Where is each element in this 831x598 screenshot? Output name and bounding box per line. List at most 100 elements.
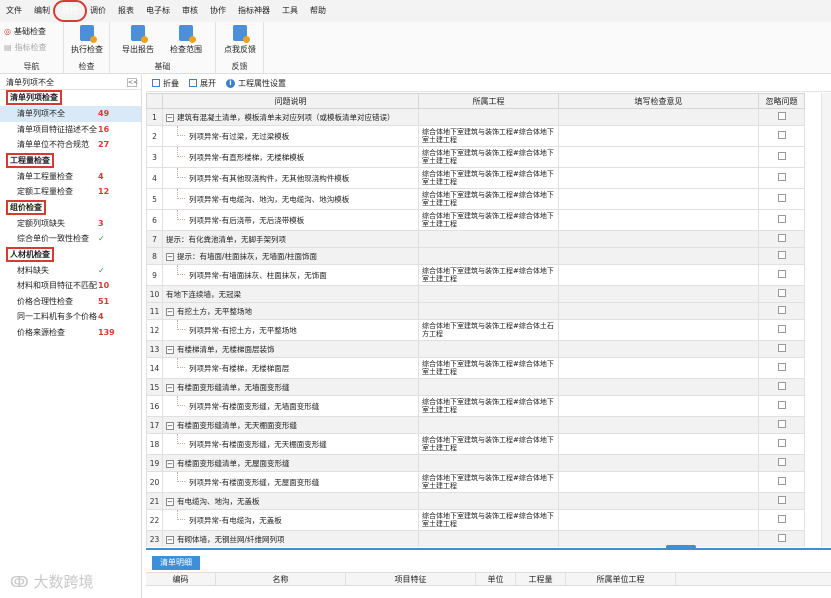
opinion-cell[interactable] bbox=[558, 378, 759, 396]
ignore-checkbox[interactable] bbox=[777, 363, 786, 371]
nav-item[interactable]: 清单项目特征描述不全 16 bbox=[0, 122, 141, 138]
opinion-cell[interactable] bbox=[558, 247, 759, 265]
feedback-button[interactable]: 点我反馈 bbox=[220, 25, 260, 55]
collapse-panel-button[interactable]: << bbox=[127, 78, 138, 87]
menu-item-10[interactable]: 帮助 bbox=[304, 0, 332, 22]
ignore-checkbox[interactable] bbox=[777, 173, 786, 181]
opinion-cell[interactable] bbox=[558, 509, 759, 531]
nav-item[interactable]: 清单单位不符合规范 27 bbox=[0, 137, 141, 153]
ignore-checkbox[interactable] bbox=[777, 306, 786, 314]
table-row[interactable]: 18 列项异常-有楼面变形缝，无天棚面变形缝 综合体地下室建筑与装饰工程#综合体地下… bbox=[146, 433, 805, 455]
ignore-checkbox[interactable] bbox=[777, 382, 786, 390]
table-row[interactable]: 12 列项异常-有挖土方，无平整场地 综合体地下室建筑与装饰工程#综合体土石方工程 bbox=[146, 319, 805, 341]
index-check-button[interactable]: ▤ 指标检查 bbox=[4, 42, 47, 53]
nav-item[interactable]: 材料和项目特征不匹配 10 bbox=[0, 278, 141, 294]
opinion-cell[interactable] bbox=[558, 209, 759, 231]
ignore-checkbox[interactable] bbox=[777, 270, 786, 278]
nav-item[interactable]: 价格来源检查 139 bbox=[0, 325, 141, 341]
nav-item[interactable]: 同一工料机有多个价格 4 bbox=[0, 309, 141, 325]
table-row[interactable]: 5 列项异常-有电缆沟、地沟，无电缆沟、地沟模板 综合体地下室建筑与装饰工程#综合体… bbox=[146, 188, 805, 210]
project-settings-button[interactable]: i 工程属性设置 bbox=[226, 78, 286, 89]
menu-item-7[interactable]: 协作 bbox=[204, 0, 232, 22]
ignore-checkbox[interactable] bbox=[777, 251, 786, 259]
collapse-row-icon[interactable]: − bbox=[166, 459, 174, 468]
ignore-checkbox[interactable] bbox=[777, 131, 786, 139]
opinion-cell[interactable] bbox=[558, 357, 759, 379]
table-row[interactable]: 17− 有楼面变形缝清单，无天棚面变形缝 bbox=[146, 416, 805, 434]
ignore-checkbox[interactable] bbox=[777, 215, 786, 223]
table-row[interactable]: 14 列项异常-有楼梯，无楼梯面层 综合体地下室建筑与装饰工程#综合体地下室土建工程 bbox=[146, 357, 805, 379]
export-report-button[interactable]: 导出报告 bbox=[118, 25, 158, 55]
table-row[interactable]: 20 列项异常-有楼面变形缝，无屋面变形缝 综合体地下室建筑与装饰工程#综合体地下室… bbox=[146, 471, 805, 493]
table-row[interactable]: 3 列项异常-有直形楼梯，无楼梯模板 综合体地下室建筑与装饰工程#综合体地下室土建工… bbox=[146, 146, 805, 168]
ignore-checkbox[interactable] bbox=[777, 112, 786, 120]
opinion-cell[interactable] bbox=[558, 264, 759, 286]
table-row[interactable]: 13− 有楼梯清单，无楼梯面层装饰 bbox=[146, 340, 805, 358]
collapse-row-icon[interactable]: − bbox=[166, 421, 174, 430]
table-row[interactable]: 16 列项异常-有楼面变形缝，无墙面变形缝 综合体地下室建筑与装饰工程#综合体地下室… bbox=[146, 395, 805, 417]
ignore-checkbox[interactable] bbox=[777, 420, 786, 428]
table-row[interactable]: 6 列项异常-有后浇带，无后浇带模板 综合体地下室建筑与装饰工程#综合体地下室土建工… bbox=[146, 209, 805, 231]
collapse-row-icon[interactable]: − bbox=[166, 113, 174, 122]
ignore-checkbox[interactable] bbox=[777, 152, 786, 160]
menu-item-8[interactable]: 指标神器 bbox=[232, 0, 276, 22]
opinion-cell[interactable] bbox=[558, 319, 759, 341]
nav-category[interactable]: 人材机检查 bbox=[0, 246, 141, 263]
nav-category[interactable]: 组价检查 bbox=[0, 199, 141, 216]
nav-category[interactable]: 工程量检查 bbox=[0, 152, 141, 169]
menu-item-4[interactable]: 报表 bbox=[112, 0, 140, 22]
collapse-row-icon[interactable]: − bbox=[166, 535, 174, 544]
ignore-checkbox[interactable] bbox=[777, 234, 786, 242]
ignore-checkbox[interactable] bbox=[777, 458, 786, 466]
menu-item-1[interactable]: 编制 bbox=[28, 0, 56, 22]
nav-item[interactable]: 材料缺失 ✓ bbox=[0, 263, 141, 279]
opinion-cell[interactable] bbox=[558, 108, 759, 126]
nav-item[interactable]: 定额工程量检查 12 bbox=[0, 184, 141, 200]
opinion-cell[interactable] bbox=[558, 416, 759, 434]
table-row[interactable]: 21− 有电缆沟、地沟，无盖板 bbox=[146, 492, 805, 510]
menu-item-6[interactable]: 审核 bbox=[176, 0, 204, 22]
table-row[interactable]: 8− 提示：有墙面/柱面抹灰，无墙面/柱面饰面 bbox=[146, 247, 805, 265]
opinion-cell[interactable] bbox=[558, 302, 759, 320]
check-range-button[interactable]: 检查范围 bbox=[166, 25, 206, 55]
opinion-cell[interactable] bbox=[558, 125, 759, 147]
opinion-cell[interactable] bbox=[558, 395, 759, 417]
opinion-cell[interactable] bbox=[558, 188, 759, 210]
ignore-checkbox[interactable] bbox=[777, 289, 786, 297]
menu-item-2[interactable]: 质控 bbox=[53, 0, 87, 22]
table-row[interactable]: 4 列项异常-有其他现浇构件，无其他现浇构件模板 综合体地下室建筑与装饰工程#综合体… bbox=[146, 167, 805, 189]
table-row[interactable]: 1− 建筑有混凝土清单，模板清单未对应列项（或模板清单对应错误） bbox=[146, 108, 805, 126]
ignore-checkbox[interactable] bbox=[777, 194, 786, 202]
opinion-cell[interactable] bbox=[558, 433, 759, 455]
opinion-cell[interactable] bbox=[558, 530, 759, 547]
basic-check-button[interactable]: ◎ 基础检查 bbox=[4, 26, 46, 37]
opinion-cell[interactable] bbox=[558, 492, 759, 510]
ignore-checkbox[interactable] bbox=[777, 477, 786, 485]
opinion-cell[interactable] bbox=[558, 167, 759, 189]
table-row[interactable]: 2 列项异常-有过梁，无过梁模板 综合体地下室建筑与装饰工程#综合体地下室土建工程 bbox=[146, 125, 805, 147]
expand-button[interactable]: 展开 bbox=[189, 78, 216, 89]
vertical-scrollbar[interactable] bbox=[821, 93, 831, 547]
execute-check-button[interactable]: 执行检查 bbox=[67, 25, 107, 55]
collapse-row-icon[interactable]: − bbox=[166, 497, 174, 506]
collapse-row-icon[interactable]: − bbox=[166, 383, 174, 392]
menu-item-9[interactable]: 工具 bbox=[276, 0, 304, 22]
collapse-row-icon[interactable]: − bbox=[166, 345, 174, 354]
table-row[interactable]: 7 提示：有化粪池清单，无脚手架列项 bbox=[146, 230, 805, 248]
ignore-checkbox[interactable] bbox=[777, 325, 786, 333]
ignore-checkbox[interactable] bbox=[777, 534, 786, 542]
ignore-checkbox[interactable] bbox=[777, 496, 786, 504]
nav-item[interactable]: 价格合理性检查 51 bbox=[0, 294, 141, 310]
opinion-cell[interactable] bbox=[558, 285, 759, 303]
nav-item[interactable]: 清单列项不全 49 bbox=[0, 106, 141, 122]
opinion-cell[interactable] bbox=[558, 340, 759, 358]
nav-item[interactable]: 清单工程量检查 4 bbox=[0, 169, 141, 185]
ignore-checkbox[interactable] bbox=[777, 515, 786, 523]
menu-item-3[interactable]: 调价 bbox=[84, 0, 112, 22]
opinion-cell[interactable] bbox=[558, 454, 759, 472]
fold-button[interactable]: 折叠 bbox=[152, 78, 179, 89]
nav-item[interactable]: 综合单价一致性检查 ✓ bbox=[0, 231, 141, 247]
ignore-checkbox[interactable] bbox=[777, 344, 786, 352]
table-row[interactable]: 9 列项异常-有墙面抹灰、柱面抹灰，无饰面 综合体地下室建筑与装饰工程#综合体地下室… bbox=[146, 264, 805, 286]
opinion-cell[interactable] bbox=[558, 230, 759, 248]
